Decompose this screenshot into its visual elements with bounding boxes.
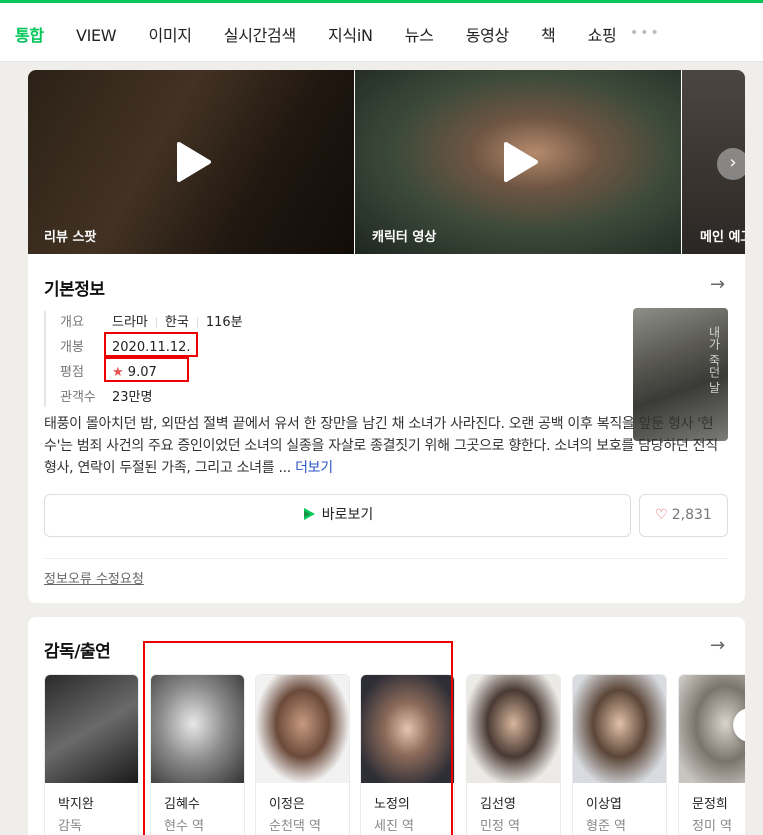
play-icon [177, 142, 211, 182]
watch-now-button[interactable]: 바로보기 [44, 494, 631, 537]
release-highlight-box [104, 332, 198, 357]
tab-view[interactable]: VIEW [76, 26, 117, 45]
tab-integrated[interactable]: 통합 [15, 22, 44, 46]
arrow-right-icon[interactable]: → [710, 635, 725, 656]
video-character[interactable]: 캐릭터 영상 [355, 70, 681, 254]
poster-title: 내가 죽던 날 [707, 326, 721, 394]
rating-highlight-box [104, 357, 189, 382]
separator [196, 317, 198, 328]
cast-title: 감독/출연 [44, 642, 111, 662]
cast-name: 김선영 [480, 797, 516, 812]
cast-role: 민정 역 [480, 819, 521, 834]
cast-card: 감독/출연 → 박지완 감독 김혜수 현수 역 이정은 순천댁 역 노정의 세진… [28, 617, 745, 835]
cast-member[interactable]: 이상엽 형준 역 [572, 674, 667, 835]
cast-name: 박지완 [58, 797, 94, 812]
overview-row: 개요 드라마 한국 116분 [60, 311, 243, 331]
arrow-right-icon[interactable]: → [710, 274, 725, 295]
play-triangle-icon [303, 508, 315, 520]
cast-member[interactable]: 박지완 감독 [44, 674, 139, 835]
cast-role: 정미 역 [692, 819, 733, 834]
tab-knowledge[interactable]: 지식iN [328, 22, 373, 46]
like-button[interactable]: ♡ 2,831 [639, 494, 728, 537]
search-tab-bar: 통합 VIEW 이미지 실시간검색 지식iN 뉴스 동영상 책 쇼핑 ••• [0, 0, 763, 62]
like-count: 2,831 [671, 507, 712, 523]
synopsis: 태풍이 몰아치던 밤, 외딴섬 절벽 끝에서 유서 한 장만을 남긴 채 소녀가… [44, 413, 724, 479]
audience-row: 관객수 23만명 [60, 386, 152, 406]
audience-label: 관객수 [60, 390, 96, 405]
cast-name: 문정희 [692, 797, 728, 812]
tab-realtime[interactable]: 실시간검색 [224, 22, 296, 46]
cast-name: 이상엽 [586, 797, 622, 812]
synopsis-text: 태풍이 몰아치던 밤, 외딴섬 절벽 끝에서 유서 한 장만을 남긴 채 소녀가… [44, 416, 718, 476]
tab-video[interactable]: 동영상 [466, 22, 510, 46]
movie-info-card: 리뷰 스팟 캐릭터 영상 메인 예고 › 기본정보 → 개요드라마한국116분 … [28, 70, 745, 603]
chevron-right-icon[interactable]: › [717, 148, 745, 180]
tab-news[interactable]: 뉴스 [405, 22, 434, 46]
cast-member[interactable]: 문정희 정미 역 [678, 674, 745, 835]
cast-photo [467, 675, 560, 783]
overview-label: 개요 [60, 315, 84, 330]
tab-list: 통합 VIEW 이미지 실시간검색 지식iN 뉴스 동영상 책 쇼핑 [15, 22, 643, 46]
watch-now-label: 바로보기 [321, 507, 374, 523]
cast-role: 감독 [58, 819, 82, 834]
genre-value[interactable]: 드라마 [112, 311, 148, 330]
country-value[interactable]: 한국 [165, 311, 189, 330]
info-rows: 개요 드라마 한국 116분 개봉 2020.11.12. 평점 ★ 9.07 관객수 23… [44, 311, 243, 407]
report-error-link[interactable]: 정보오류 수정요청 [44, 568, 144, 587]
video-review-spot[interactable]: 리뷰 스팟 [28, 70, 354, 254]
cast-role: 형준 역 [586, 819, 627, 834]
cast-photo [573, 675, 666, 783]
more-link[interactable]: 더보기 [295, 460, 333, 476]
tab-shopping[interactable]: 쇼핑 [588, 22, 617, 46]
audience-value: 23만명 [112, 390, 153, 405]
video-label: 캐릭터 영상 [372, 230, 437, 245]
tab-books[interactable]: 책 [541, 22, 556, 46]
tab-images[interactable]: 이미지 [148, 22, 192, 46]
play-icon [504, 142, 538, 182]
video-label: 리뷰 스팟 [44, 230, 97, 245]
separator [155, 317, 157, 328]
runtime-value: 116분 [205, 315, 243, 330]
video-label: 메인 예고 [700, 230, 745, 245]
cast-photo [45, 675, 138, 783]
divider [44, 558, 728, 559]
cast-member[interactable]: 김선영 민정 역 [466, 674, 561, 835]
cast-highlight-box [143, 641, 453, 835]
heart-icon: ♡ [655, 507, 668, 523]
more-tabs-button[interactable]: ••• [630, 25, 661, 41]
basic-info-title: 기본정보 [44, 280, 105, 300]
